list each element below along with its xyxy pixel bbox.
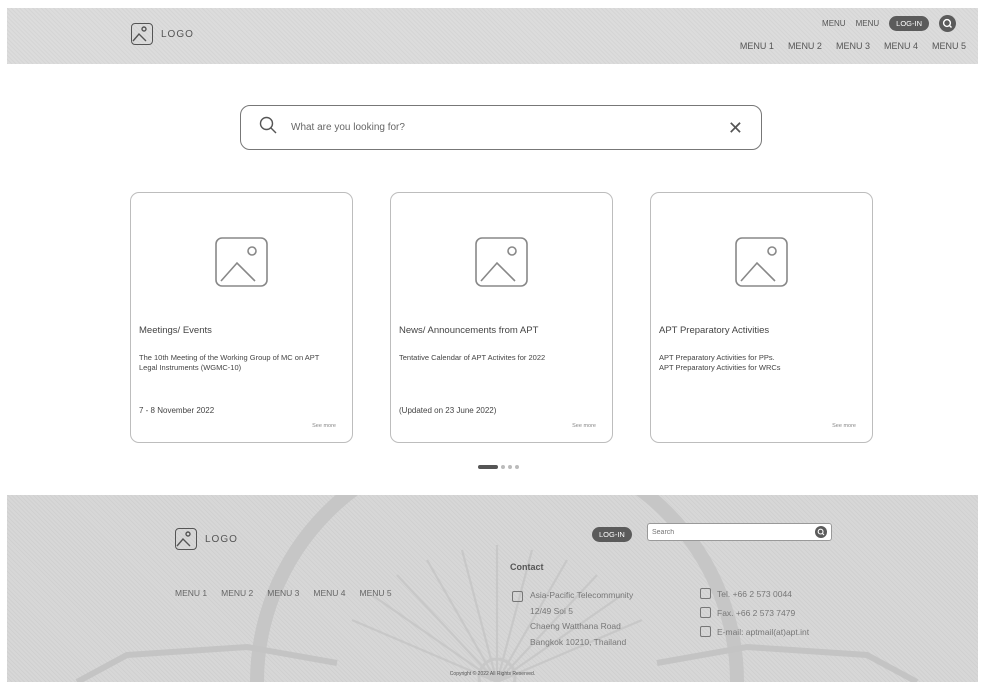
card-preparatory-activities[interactable]: APT Preparatory Activities APT Preparato… bbox=[650, 192, 873, 443]
address-line: Asia-Pacific Telecommunity bbox=[530, 590, 634, 600]
tel-text[interactable]: Tel. +66 2 573 0044 bbox=[717, 589, 792, 599]
location-icon bbox=[512, 591, 523, 602]
card-title: Meetings/ Events bbox=[139, 325, 212, 336]
address-line: Chaeng Watthana Road bbox=[530, 621, 621, 631]
contact-list: Tel. +66 2 573 0044 Fax. +66 2 573 7479 … bbox=[700, 588, 809, 637]
fax-text: Fax. +66 2 573 7479 bbox=[717, 607, 796, 618]
see-more-link[interactable]: See more bbox=[572, 423, 596, 429]
email-text[interactable]: E-mail: aptmail(at)apt.int bbox=[717, 627, 809, 637]
search-icon bbox=[259, 116, 277, 139]
contact-title: Contact bbox=[510, 562, 544, 572]
address-block: Asia-Pacific Telecommunity 12/49 Soi 5 C… bbox=[512, 588, 633, 650]
card-description: Tentative Calendar of APT Activites for … bbox=[399, 353, 546, 362]
card-news-announcements[interactable]: News/ Announcements from APT Tentative C… bbox=[390, 192, 613, 443]
main-nav: MENU 1 MENU 2 MENU 3 MENU 4 MENU 5 bbox=[740, 41, 966, 51]
utility-menu-link[interactable]: MENU bbox=[822, 19, 846, 28]
logo-text: LOGO bbox=[161, 28, 194, 40]
pager-dot[interactable] bbox=[501, 465, 505, 469]
footer-menu-2[interactable]: MENU 2 bbox=[221, 588, 253, 598]
pager-dot[interactable] bbox=[508, 465, 512, 469]
address-line: Bangkok 10210, Thailand bbox=[530, 636, 627, 647]
contact-tel: Tel. +66 2 573 0044 bbox=[700, 588, 809, 599]
search-icon[interactable] bbox=[939, 15, 956, 32]
footer-menu-5[interactable]: MENU 5 bbox=[360, 588, 392, 598]
search-icon[interactable] bbox=[815, 526, 827, 538]
nav-menu-1[interactable]: MENU 1 bbox=[740, 41, 774, 51]
utility-menu-link[interactable]: MENU bbox=[856, 19, 880, 28]
see-more-link[interactable]: See more bbox=[832, 423, 856, 429]
footer-menu-1[interactable]: MENU 1 bbox=[175, 588, 207, 598]
see-more-link[interactable]: See more bbox=[312, 423, 336, 429]
footer-search bbox=[647, 523, 832, 541]
sunburst-emblem-icon bbox=[75, 495, 919, 682]
copyright: Copyright © 2022 All Rights Reserved. bbox=[449, 671, 536, 677]
carousel-pager bbox=[478, 465, 519, 469]
phone-icon bbox=[700, 588, 711, 599]
nav-menu-4[interactable]: MENU 4 bbox=[884, 41, 918, 51]
pager-dot[interactable] bbox=[515, 465, 519, 469]
pager-dot-active[interactable] bbox=[478, 465, 498, 469]
card-meetings-events[interactable]: Meetings/ Events The 10th Meeting of the… bbox=[130, 192, 353, 443]
card-description: The 10th Meeting of the Working Group of… bbox=[139, 353, 320, 372]
image-icon bbox=[131, 23, 153, 45]
address-line: 12/49 Soi 5 bbox=[530, 605, 574, 616]
email-icon bbox=[700, 626, 711, 637]
nav-menu-3[interactable]: MENU 3 bbox=[836, 41, 870, 51]
image-icon bbox=[175, 528, 197, 550]
utility-links: MENU MENU LOG-IN bbox=[822, 15, 956, 32]
close-icon[interactable]: ✕ bbox=[728, 119, 743, 137]
image-placeholder-icon bbox=[215, 237, 268, 287]
login-button[interactable]: LOG-IN bbox=[889, 16, 929, 31]
footer-nav: MENU 1 MENU 2 MENU 3 MENU 4 MENU 5 bbox=[175, 588, 392, 598]
nav-menu-2[interactable]: MENU 2 bbox=[788, 41, 822, 51]
image-placeholder-icon bbox=[735, 237, 788, 287]
footer-menu-3[interactable]: MENU 3 bbox=[267, 588, 299, 598]
image-placeholder-icon bbox=[475, 237, 528, 287]
logo-text: LOGO bbox=[205, 533, 238, 545]
contact-fax: Fax. +66 2 573 7479 bbox=[700, 607, 809, 618]
card-date: 7 - 8 November 2022 bbox=[139, 406, 215, 415]
card-title: News/ Announcements from APT bbox=[399, 325, 539, 336]
footer: LOGO LOG-IN MENU 1 MENU 2 MENU 3 MENU 4 … bbox=[7, 495, 978, 682]
card-description: APT Preparatory Activities for PPs. APT … bbox=[659, 353, 781, 372]
footer-search-input[interactable] bbox=[652, 528, 815, 536]
search-input[interactable] bbox=[291, 122, 728, 133]
card-title: APT Preparatory Activities bbox=[659, 325, 770, 336]
footer-logo[interactable]: LOGO bbox=[175, 528, 238, 550]
card-date: (Updated on 23 June 2022) bbox=[399, 406, 497, 415]
header: LOGO MENU MENU LOG-IN MENU 1 MENU 2 MENU… bbox=[7, 8, 978, 64]
contact-email: E-mail: aptmail(at)apt.int bbox=[700, 626, 809, 637]
nav-menu-5[interactable]: MENU 5 bbox=[932, 41, 966, 51]
footer-menu-4[interactable]: MENU 4 bbox=[313, 588, 345, 598]
footer-login-button[interactable]: LOG-IN bbox=[592, 527, 632, 542]
header-logo[interactable]: LOGO bbox=[131, 23, 194, 45]
fax-icon bbox=[700, 607, 711, 618]
search-bar: ✕ bbox=[240, 105, 762, 150]
